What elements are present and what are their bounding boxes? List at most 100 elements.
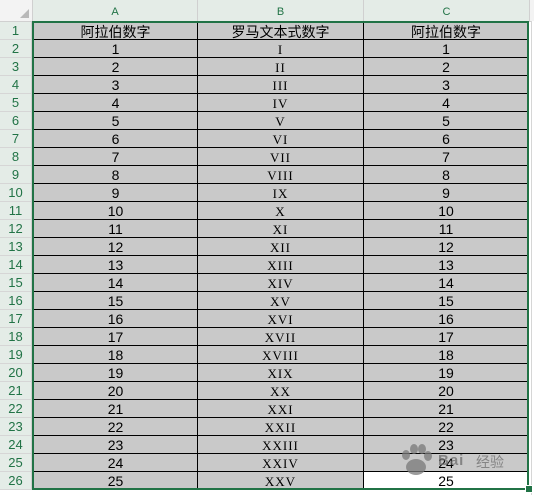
row-header[interactable]: 26 — [0, 472, 32, 490]
cell-b[interactable]: XXI — [198, 400, 364, 418]
cell-a[interactable]: 24 — [33, 454, 198, 472]
cell-a[interactable]: 8 — [33, 166, 198, 184]
cell-a[interactable]: 23 — [33, 436, 198, 454]
cell-b[interactable]: VII — [198, 148, 364, 166]
row-header[interactable]: 4 — [0, 76, 32, 94]
cell-c[interactable]: 1 — [364, 40, 529, 58]
cell-b[interactable]: III — [198, 76, 364, 94]
cell-a[interactable]: 阿拉伯数字 — [33, 22, 198, 40]
cell-c[interactable]: 14 — [364, 274, 529, 292]
cell-b[interactable]: XII — [198, 238, 364, 256]
row-header[interactable]: 21 — [0, 382, 32, 400]
cell-a[interactable]: 7 — [33, 148, 198, 166]
column-header-c[interactable]: C — [364, 0, 530, 21]
cell-a[interactable]: 3 — [33, 76, 198, 94]
cell-b[interactable]: XIX — [198, 364, 364, 382]
cell-a[interactable]: 14 — [33, 274, 198, 292]
cell-b[interactable]: IV — [198, 94, 364, 112]
row-header[interactable]: 3 — [0, 58, 32, 76]
cell-b[interactable]: V — [198, 112, 364, 130]
row-header[interactable]: 5 — [0, 94, 32, 112]
cell-a[interactable]: 5 — [33, 112, 198, 130]
row-header[interactable]: 25 — [0, 454, 32, 472]
row-header[interactable]: 16 — [0, 292, 32, 310]
cell-c[interactable]: 15 — [364, 292, 529, 310]
cell-b[interactable]: XIII — [198, 256, 364, 274]
cell-a[interactable]: 13 — [33, 256, 198, 274]
cell-b[interactable]: XV — [198, 292, 364, 310]
row-header[interactable]: 13 — [0, 238, 32, 256]
row-header[interactable]: 11 — [0, 202, 32, 220]
cell-b[interactable]: II — [198, 58, 364, 76]
cell-b[interactable]: XX — [198, 382, 364, 400]
cell-b[interactable]: XXIII — [198, 436, 364, 454]
cell-c[interactable]: 6 — [364, 130, 529, 148]
cell-a[interactable]: 22 — [33, 418, 198, 436]
cell-b[interactable]: IX — [198, 184, 364, 202]
cell-b[interactable]: XVIII — [198, 346, 364, 364]
row-header[interactable]: 23 — [0, 418, 32, 436]
cell-b[interactable]: X — [198, 202, 364, 220]
row-header[interactable]: 20 — [0, 364, 32, 382]
cell-b[interactable]: XVII — [198, 328, 364, 346]
cell-a[interactable]: 2 — [33, 58, 198, 76]
cell-a[interactable]: 21 — [33, 400, 198, 418]
cell-b[interactable]: XIV — [198, 274, 364, 292]
row-header[interactable]: 2 — [0, 40, 32, 58]
column-header-a[interactable]: A — [33, 0, 198, 21]
row-header[interactable]: 15 — [0, 274, 32, 292]
cell-c[interactable]: 13 — [364, 256, 529, 274]
cell-a[interactable]: 18 — [33, 346, 198, 364]
row-header[interactable]: 7 — [0, 130, 32, 148]
cell-c[interactable]: 18 — [364, 346, 529, 364]
cell-b[interactable]: XXV — [198, 472, 364, 490]
row-header[interactable]: 22 — [0, 400, 32, 418]
cell-a[interactable]: 25 — [33, 472, 198, 490]
cell-b[interactable]: XXII — [198, 418, 364, 436]
cell-c[interactable]: 21 — [364, 400, 529, 418]
fill-handle[interactable] — [525, 485, 533, 493]
cell-b[interactable]: I — [198, 40, 364, 58]
cell-c[interactable]: 22 — [364, 418, 529, 436]
cell-c[interactable]: 9 — [364, 184, 529, 202]
select-all-button[interactable] — [0, 0, 33, 21]
row-header[interactable]: 19 — [0, 346, 32, 364]
row-header[interactable]: 10 — [0, 184, 32, 202]
row-header[interactable]: 9 — [0, 166, 32, 184]
row-header[interactable]: 1 — [0, 22, 32, 40]
cell-a[interactable]: 16 — [33, 310, 198, 328]
cell-a[interactable]: 6 — [33, 130, 198, 148]
cell-b[interactable]: XVI — [198, 310, 364, 328]
row-header[interactable]: 18 — [0, 328, 32, 346]
cell-a[interactable]: 4 — [33, 94, 198, 112]
column-header-b[interactable]: B — [198, 0, 364, 21]
cell-c[interactable]: 阿拉伯数字 — [364, 22, 529, 40]
cell-a[interactable]: 17 — [33, 328, 198, 346]
row-header[interactable]: 24 — [0, 436, 32, 454]
cell-a[interactable]: 10 — [33, 202, 198, 220]
cell-a[interactable]: 11 — [33, 220, 198, 238]
cell-a[interactable]: 19 — [33, 364, 198, 382]
row-header[interactable]: 6 — [0, 112, 32, 130]
cell-c[interactable]: 17 — [364, 328, 529, 346]
cell-a[interactable]: 1 — [33, 40, 198, 58]
cell-b[interactable]: VI — [198, 130, 364, 148]
cell-a[interactable]: 12 — [33, 238, 198, 256]
cell-c[interactable]: 16 — [364, 310, 529, 328]
cell-b[interactable]: VIII — [198, 166, 364, 184]
cell-a[interactable]: 20 — [33, 382, 198, 400]
cell-b[interactable]: 罗马文本式数字 — [198, 22, 364, 40]
row-header[interactable]: 12 — [0, 220, 32, 238]
cell-b[interactable]: XI — [198, 220, 364, 238]
cell-c[interactable]: 8 — [364, 166, 529, 184]
cell-c[interactable]: 20 — [364, 382, 529, 400]
cell-a[interactable]: 9 — [33, 184, 198, 202]
row-header[interactable]: 8 — [0, 148, 32, 166]
row-header[interactable]: 14 — [0, 256, 32, 274]
cell-c[interactable]: 11 — [364, 220, 529, 238]
cell-c[interactable]: 10 — [364, 202, 529, 220]
cell-c[interactable]: 24 — [364, 454, 529, 472]
cell-b[interactable]: XXIV — [198, 454, 364, 472]
cell-c[interactable]: 5 — [364, 112, 529, 130]
cell-c[interactable]: 19 — [364, 364, 529, 382]
